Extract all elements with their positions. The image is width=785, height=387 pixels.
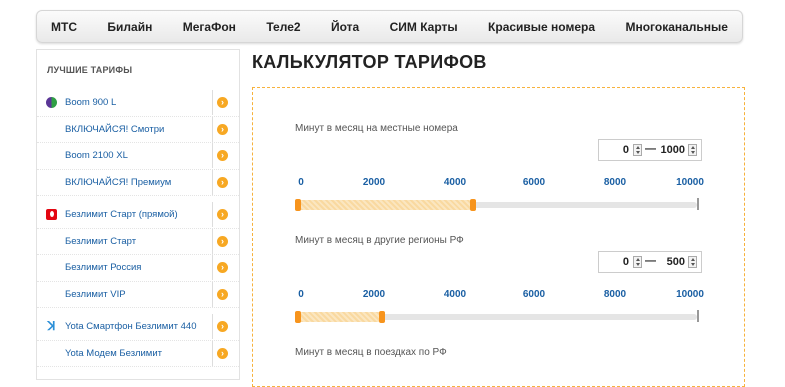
tick-label: 8000 [603,177,627,188]
scale-ticks: 0 2000 4000 6000 8000 10000 [295,177,705,191]
regions-minutes-label: Минут в месяц в другие регионы РФ [295,235,464,246]
chevron-right-icon[interactable]: › [212,314,228,340]
range-to-value[interactable]: 500 [667,256,685,268]
chevron-right-icon[interactable]: › [212,90,228,116]
nav-item-mts[interactable]: МТС [51,20,77,34]
tick-label: 8000 [603,289,627,300]
tariff-link[interactable]: Безлимит Старт (прямой) › [37,202,239,229]
local-minutes-slider[interactable] [295,198,699,211]
nav-item-tele2[interactable]: Теле2 [266,20,300,34]
tariff-label: Boom 2100 XL [65,150,128,162]
travel-minutes-label: Минут в месяц в поездках по РФ [295,347,447,358]
range-dash: — [645,143,656,155]
tick-label: 10000 [676,177,704,188]
regions-minutes-range: 0 — 500 [598,251,702,273]
tariff-link[interactable]: ВКЛЮЧАЙСЯ! Смотри › [37,116,239,143]
regions-minutes-slider[interactable] [295,310,699,323]
from-stepper-icon[interactable] [633,144,642,156]
tariff-link[interactable]: Безлимит Старт › [37,228,239,255]
best-tariffs-sidebar: ЛУЧШИЕ ТАРИФЫ Boom 900 L › ВКЛЮЧАЙСЯ! См… [36,49,240,380]
local-minutes-range: 0 — 1000 [598,139,702,161]
tick-label: 0 [298,289,304,300]
tariff-label: Безлимит Старт [65,235,137,247]
mts-logo-icon [46,209,57,221]
tick-label: 6000 [522,177,546,188]
nav-item-multichannel[interactable]: Многоканальные [625,20,728,34]
slider-end-marker [697,310,699,322]
megafon-logo-icon [46,97,57,109]
tariff-label: Безлимит Россия [65,262,142,274]
to-stepper-icon[interactable] [688,256,697,268]
page-title: КАЛЬКУЛЯТОР ТАРИФОВ [252,52,487,72]
nav-item-beautiful-numbers[interactable]: Красивые номера [488,20,595,34]
chevron-right-icon[interactable]: › [212,281,228,307]
tick-label: 2000 [362,289,386,300]
chevron-right-icon[interactable]: › [212,340,228,366]
tariff-label: Boom 900 L [65,97,117,109]
tariff-link[interactable]: Boom 900 L › [37,90,239,117]
slider-end-marker [697,198,699,210]
tariff-calculator: Минут в месяц на местные номера 0 — 1000… [252,87,745,387]
chevron-right-icon[interactable]: › [212,255,228,281]
nav-item-yota[interactable]: Йота [331,20,359,34]
tick-label: 6000 [522,289,546,300]
slider-handle-min[interactable] [295,311,301,323]
sidebar-title: ЛУЧШИЕ ТАРИФЫ [47,65,133,75]
nav-item-sim-cards[interactable]: СИМ Карты [390,20,458,34]
slider-handle-max[interactable] [379,311,386,323]
tariff-label: Безлимит Старт (прямой) [65,209,178,221]
tariff-label: Безлимит VIP [65,288,126,300]
tick-label: 4000 [443,289,467,300]
tariff-link[interactable]: ꓘ Yota Смартфон Безлимит 440 › [37,314,239,341]
range-from-value[interactable]: 0 [605,256,629,268]
tariff-link[interactable]: Безлимит VIP › [37,281,239,308]
slider-handle-min[interactable] [295,199,301,211]
chevron-right-icon[interactable]: › [212,116,228,142]
local-minutes-label: Минут в месяц на местные номера [295,123,458,134]
tariff-link[interactable]: Boom 2100 XL › [37,143,239,170]
chevron-right-icon[interactable]: › [212,228,228,254]
chevron-right-icon[interactable]: › [212,169,228,195]
chevron-right-icon[interactable]: › [212,143,228,169]
slider-fill [295,312,386,322]
top-navigation: МТС Билайн МегаФон Теле2 Йота СИМ Карты … [36,10,743,43]
tariff-label: Yota Смартфон Безлимит 440 [65,321,197,333]
range-to-value[interactable]: 1000 [661,144,685,156]
tariff-link[interactable]: ВКЛЮЧАЙСЯ! Премиум › [37,169,239,196]
nav-item-megafon[interactable]: МегаФон [183,20,236,34]
tick-label: 4000 [443,177,467,188]
nav-item-beeline[interactable]: Билайн [107,20,152,34]
yota-logo-icon: ꓘ [47,319,56,334]
tariff-link[interactable]: Yota Модем Безлимит › [37,340,239,367]
scale-ticks: 0 2000 4000 6000 8000 10000 [295,289,705,303]
tick-label: 10000 [676,289,704,300]
chevron-right-icon[interactable]: › [212,202,228,228]
range-from-value[interactable]: 0 [605,144,629,156]
tariff-label: Yota Модем Безлимит [65,347,162,359]
tariff-label: ВКЛЮЧАЙСЯ! Премиум [65,176,172,188]
range-dash: — [645,255,656,267]
from-stepper-icon[interactable] [633,256,642,268]
tariff-link[interactable]: Безлимит Россия › [37,255,239,282]
slider-handle-max[interactable] [469,199,476,211]
tariff-label: ВКЛЮЧАЙСЯ! Смотри [65,123,165,135]
tick-label: 0 [298,177,304,188]
tick-label: 2000 [362,177,386,188]
to-stepper-icon[interactable] [688,144,697,156]
slider-fill [295,200,476,210]
